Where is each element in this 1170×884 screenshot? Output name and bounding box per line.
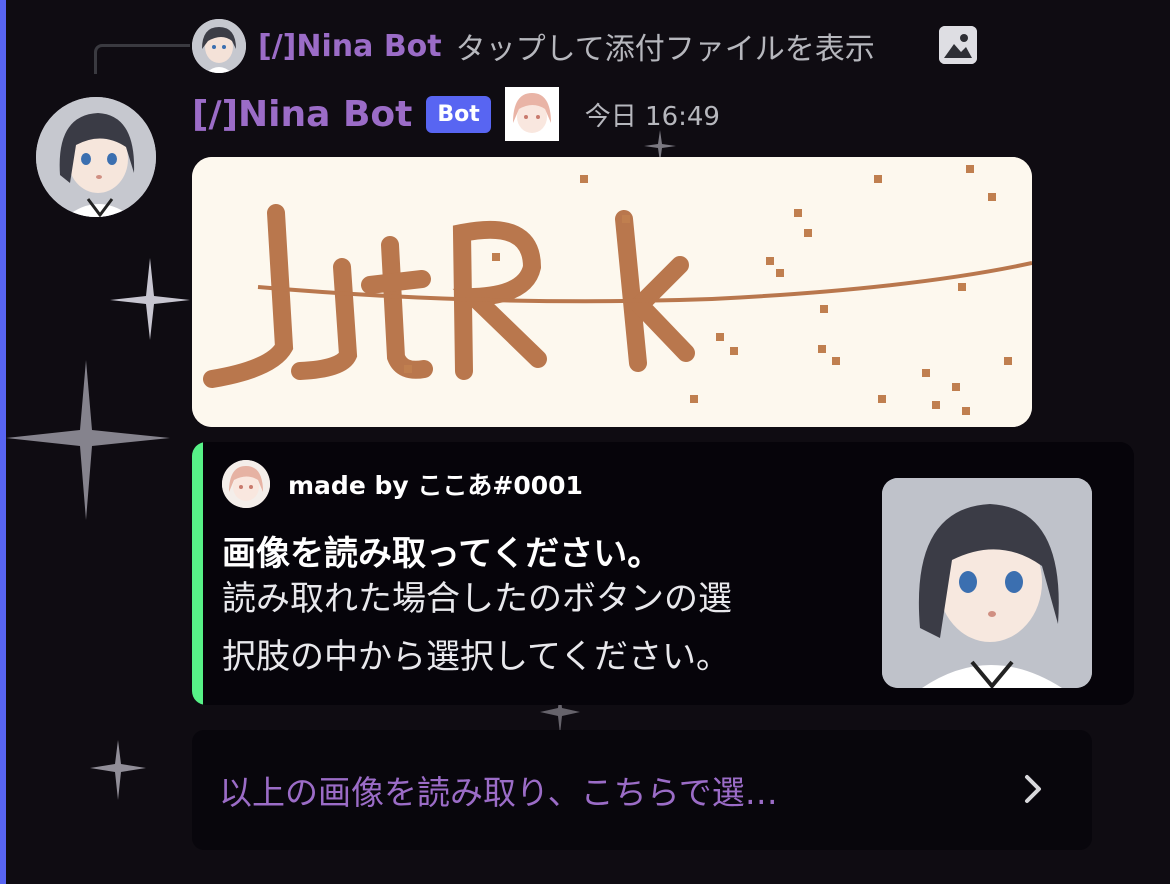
reply-connector [94,44,190,74]
role-avatar-icon[interactable] [504,87,559,141]
select-placeholder[interactable]: 以上の画像を読み取り、こちらで選… [219,766,778,814]
reply-preview-text[interactable]: タップして添付ファイルを表示 [456,24,875,68]
highlight-bar [0,0,6,884]
bot-tag: Bot [426,95,491,133]
message-header: [/]Nina Bot Bot 今日 16:49 [192,86,720,142]
captcha-image[interactable] [192,157,1032,427]
reply-avatar[interactable] [192,19,246,73]
author-avatar[interactable] [36,97,156,217]
embed-description-line: 読み取れた場合したのボタンの選 [222,579,732,619]
embed-author: made by ここあ#0001 [222,460,583,508]
author-name[interactable]: [/]Nina Bot [192,94,412,135]
embed-accent-bar [192,442,203,705]
image-icon[interactable] [939,26,977,64]
chevron-right-icon[interactable] [1018,774,1048,804]
embed: made by ここあ#0001 画像を読み取ってください。 読み取れた場合した… [192,442,1134,705]
reply-preview[interactable]: [/]Nina Bot タップして添付ファイルを表示 [192,18,875,74]
embed-title: 画像を読み取ってください。 [222,534,662,574]
reply-author-name[interactable]: [/]Nina Bot [258,29,442,64]
timestamp: 今日 16:49 [584,101,720,132]
embed-description: 読み取れた場合したのボタンの選 択肢の中から選択してください。 [222,570,862,686]
embed-author-name: made by ここあ#0001 [288,471,583,500]
embed-description-line: 択肢の中から選択してください。 [222,637,730,677]
select-menu[interactable]: 以上の画像を読み取り、こちらで選… [192,730,1092,850]
embed-author-avatar [222,460,270,508]
embed-thumbnail[interactable] [882,478,1092,688]
